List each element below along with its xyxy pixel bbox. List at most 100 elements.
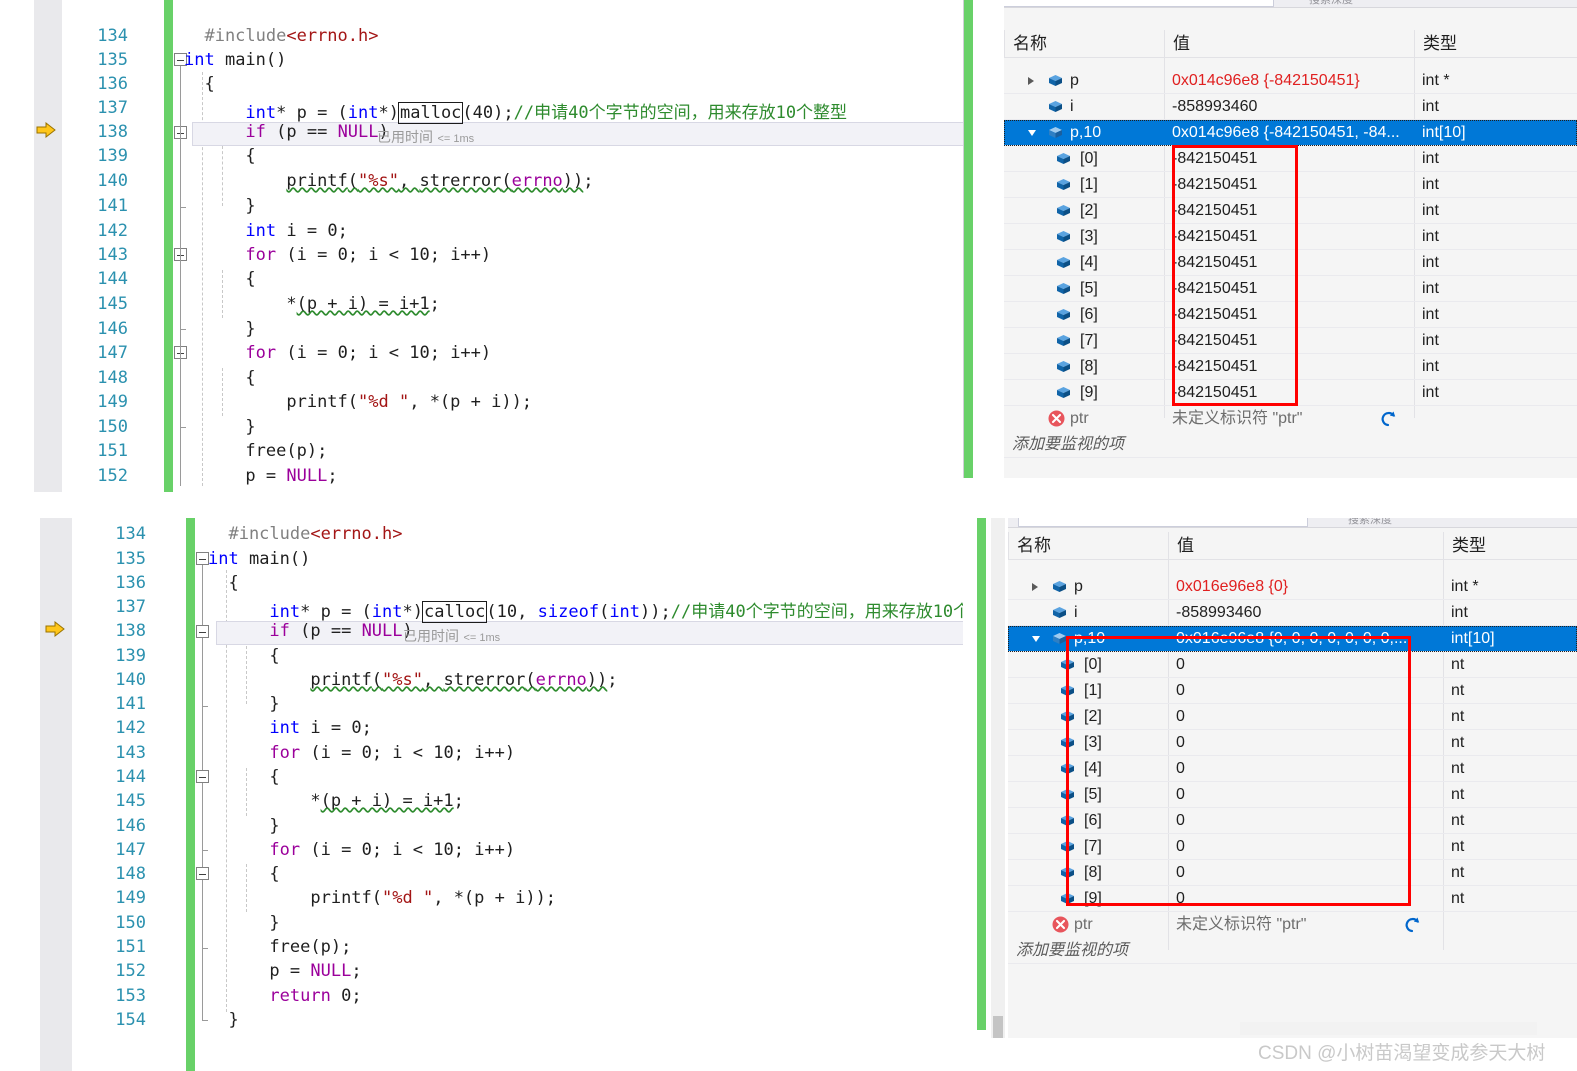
watch-value[interactable]: 0	[1176, 730, 1436, 756]
watch-add-item-row[interactable]: 添加要监视的项	[1004, 432, 1577, 458]
watch-add-item-row[interactable]: 添加要监视的项	[1008, 938, 1577, 964]
watch-name[interactable]: [9]	[1080, 380, 1160, 406]
watch-value[interactable]: -842150451	[1172, 380, 1412, 406]
watch-row[interactable]: [2] 0 nt	[1008, 704, 1577, 730]
expander-icon[interactable]	[1032, 636, 1040, 642]
watch-value[interactable]: -842150451	[1172, 276, 1412, 302]
watch-row[interactable]: p 0x014c96e8 {-842150451} int *	[1004, 68, 1577, 94]
watch-column-name[interactable]: 名称	[1008, 532, 1168, 560]
watch-value[interactable]: 未定义标识符 "ptr"	[1172, 406, 1372, 432]
watch-name[interactable]: p	[1074, 574, 1164, 600]
scrollbar-thumb[interactable]	[993, 1016, 1003, 1038]
watch-value[interactable]: -842150451	[1172, 328, 1412, 354]
code-editor-calloc[interactable]: 134 135 136 137 138 139 140 141 142 143 …	[40, 518, 1040, 1071]
watch-add-item-placeholder[interactable]: 添加要监视的项	[1012, 432, 1212, 458]
editor-marker-gutter[interactable]	[40, 518, 72, 1071]
watch-row[interactable]: [6] 0 nt	[1008, 808, 1577, 834]
watch-name[interactable]: i	[1070, 94, 1160, 120]
watch-value[interactable]: -842150451	[1172, 302, 1412, 328]
watch-value[interactable]: 0	[1176, 678, 1436, 704]
watch-value[interactable]: -842150451	[1172, 354, 1412, 380]
watch-column-type[interactable]: 类型	[1414, 30, 1577, 58]
watch-value[interactable]: 0x016e96e8 {0, 0, 0, 0, 0, 0, 0,...	[1176, 626, 1438, 652]
expander-icon[interactable]	[1032, 583, 1038, 591]
watch-name[interactable]: [0]	[1080, 146, 1160, 172]
editor-code-area[interactable]: #include<errno.h> int main() { int* p = …	[184, 0, 994, 492]
watch-toolbar[interactable]: 搜索深度	[1008, 518, 1577, 528]
watch-name[interactable]: ptr	[1070, 406, 1160, 432]
watch-search-input[interactable]	[1018, 518, 1308, 527]
watch-value[interactable]: -842150451	[1172, 224, 1412, 250]
watch-column-headers[interactable]: 名称 值 类型	[1004, 30, 1577, 58]
watch-name[interactable]: [4]	[1084, 756, 1164, 782]
watch-row-selected[interactable]: p,10 0x016e96e8 {0, 0, 0, 0, 0, 0, 0,...…	[1008, 626, 1577, 652]
watch-value[interactable]: 0	[1176, 886, 1436, 912]
watch-row[interactable]: [9] -842150451 int	[1004, 380, 1577, 406]
watch-name[interactable]: p	[1070, 68, 1160, 94]
watch-value[interactable]: -858993460	[1172, 94, 1412, 120]
watch-name[interactable]: [5]	[1080, 276, 1160, 302]
editor-vertical-scrollbar[interactable]	[991, 518, 1005, 1038]
watch-row[interactable]: [3] -842150451 int	[1004, 224, 1577, 250]
watch-row[interactable]: [8] -842150451 int	[1004, 354, 1577, 380]
editor-code-area[interactable]: #include<errno.h> int main() { int* p = …	[208, 518, 1040, 1071]
watch-row[interactable]: [1] -842150451 int	[1004, 172, 1577, 198]
watch-column-value[interactable]: 值	[1164, 30, 1414, 58]
watch-row[interactable]: [0] -842150451 int	[1004, 146, 1577, 172]
watch-name[interactable]: [7]	[1084, 834, 1164, 860]
watch-add-item-placeholder[interactable]: 添加要监视的项	[1016, 938, 1236, 964]
watch-row[interactable]: [5] 0 nt	[1008, 782, 1577, 808]
watch-row[interactable]: [6] -842150451 int	[1004, 302, 1577, 328]
watch-value[interactable]: 0	[1176, 704, 1436, 730]
watch-row[interactable]: [7] -842150451 int	[1004, 328, 1577, 354]
watch-value[interactable]: -842150451	[1172, 172, 1412, 198]
watch-name[interactable]: [8]	[1080, 354, 1160, 380]
watch-row[interactable]: [7] 0 nt	[1008, 834, 1577, 860]
watch-value[interactable]: 0	[1176, 834, 1436, 860]
watch-window-calloc[interactable]: 搜索深度 名称 值 类型 p 0x016e96e8 {0} int * i -8…	[963, 518, 1577, 1038]
watch-name[interactable]: [6]	[1080, 302, 1160, 328]
watch-name[interactable]: [4]	[1080, 250, 1160, 276]
watch-row[interactable]: [1] 0 nt	[1008, 678, 1577, 704]
watch-row[interactable]: [0] 0 nt	[1008, 652, 1577, 678]
refresh-icon[interactable]	[1403, 916, 1421, 934]
watch-row[interactable]: [2] -842150451 int	[1004, 198, 1577, 224]
expander-icon[interactable]	[1028, 77, 1034, 85]
watch-row[interactable]: [4] -842150451 int	[1004, 250, 1577, 276]
watch-row[interactable]: [3] 0 nt	[1008, 730, 1577, 756]
watch-name[interactable]: i	[1074, 600, 1164, 626]
watch-value[interactable]: 0	[1176, 860, 1436, 886]
watch-row[interactable]: i -858993460 int	[1004, 94, 1577, 120]
watch-row-selected[interactable]: p,10 0x014c96e8 {-842150451, -84... int[…	[1004, 120, 1577, 146]
watch-column-value[interactable]: 值	[1168, 532, 1443, 560]
watch-name[interactable]: [2]	[1080, 198, 1160, 224]
watch-name[interactable]: p,10	[1074, 626, 1164, 652]
watch-name[interactable]: [1]	[1084, 678, 1164, 704]
watch-row[interactable]: [8] 0 nt	[1008, 860, 1577, 886]
watch-value[interactable]: 0	[1176, 808, 1436, 834]
watch-value[interactable]: 未定义标识符 "ptr"	[1176, 912, 1396, 938]
editor-marker-gutter[interactable]	[34, 0, 62, 492]
expander-icon[interactable]	[1028, 130, 1036, 136]
watch-row[interactable]: [5] -842150451 int	[1004, 276, 1577, 302]
watch-name[interactable]: [6]	[1084, 808, 1164, 834]
watch-name[interactable]: [3]	[1080, 224, 1160, 250]
watch-value[interactable]: -842150451	[1172, 146, 1412, 172]
watch-column-headers[interactable]: 名称 值 类型	[1008, 532, 1577, 560]
watch-row-error[interactable]: ptr 未定义标识符 "ptr"	[1008, 912, 1577, 938]
watch-value[interactable]: 0x016e96e8 {0}	[1176, 574, 1436, 600]
watch-value[interactable]: -858993460	[1176, 600, 1436, 626]
watch-window-malloc[interactable]: 搜索深度 名称 值 类型 p 0x014c96e8 {-842150451} i…	[963, 0, 1577, 478]
watch-row[interactable]: [9] 0 nt	[1008, 886, 1577, 912]
watch-row-error[interactable]: ptr 未定义标识符 "ptr"	[1004, 406, 1577, 432]
watch-name[interactable]: [0]	[1084, 652, 1164, 678]
watch-value[interactable]: 0	[1176, 756, 1436, 782]
watch-value[interactable]: -842150451	[1172, 198, 1412, 224]
watch-name[interactable]: p,10	[1070, 120, 1160, 146]
code-editor-malloc[interactable]: 134 135 136 137 138 139 140 141 142 143 …	[34, 0, 994, 492]
watch-name[interactable]: ptr	[1074, 912, 1164, 938]
watch-name[interactable]: [8]	[1084, 860, 1164, 886]
watch-name[interactable]: [7]	[1080, 328, 1160, 354]
watch-value[interactable]: 0	[1176, 782, 1436, 808]
watch-row[interactable]: i -858993460 int	[1008, 600, 1577, 626]
